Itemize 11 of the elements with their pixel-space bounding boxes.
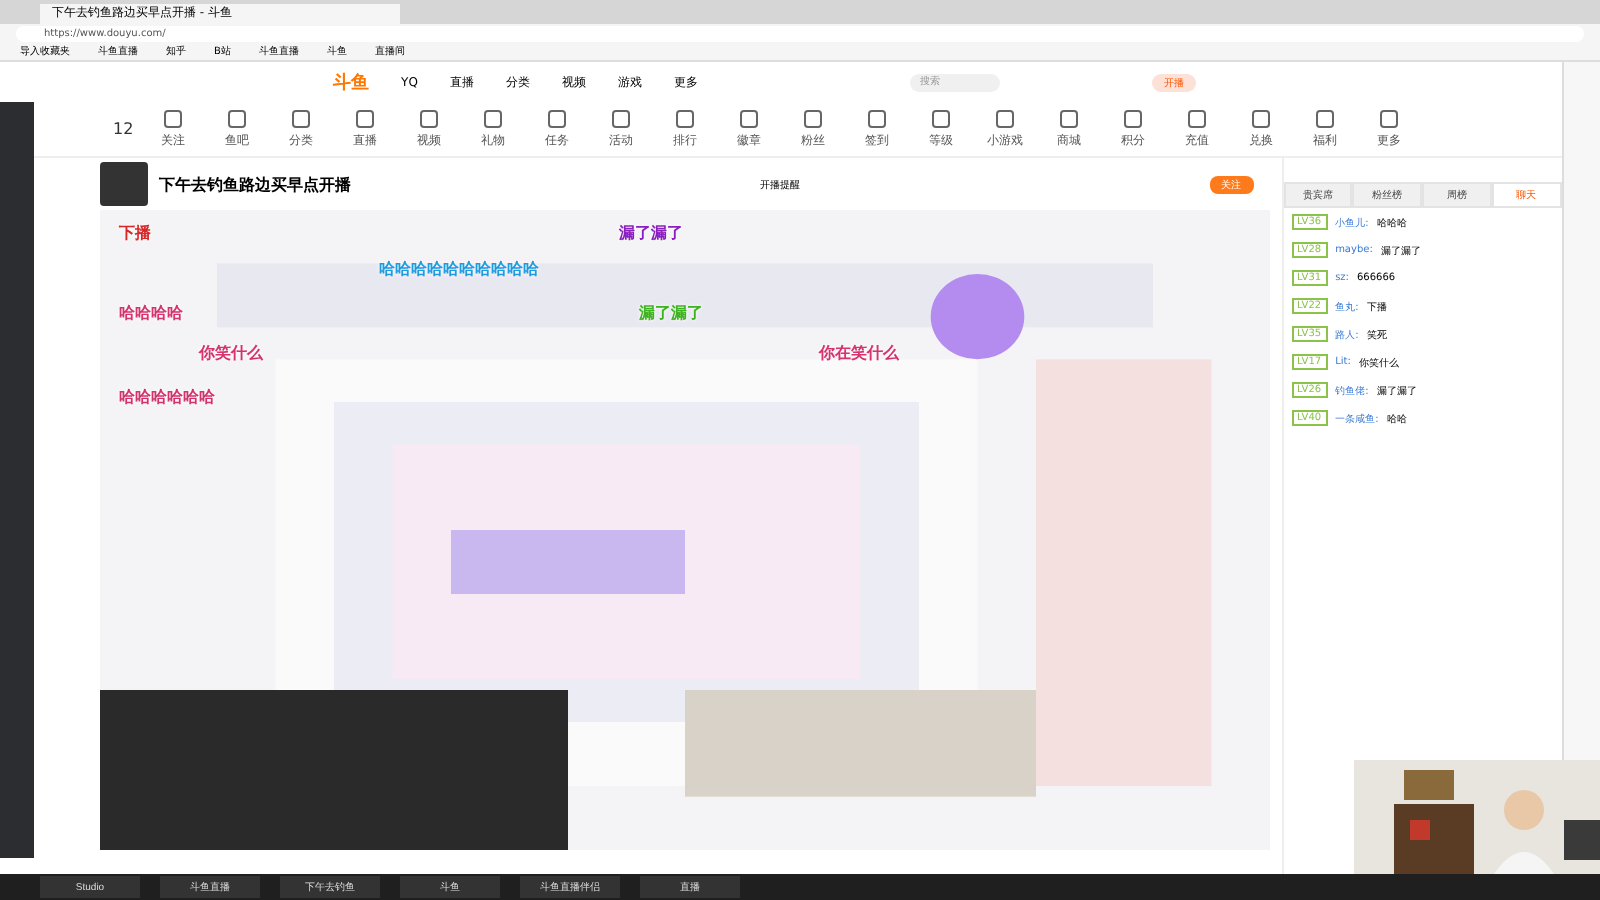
- streamer-avatar: [99, 162, 148, 206]
- danmaku-comment: 哈哈哈哈哈哈: [119, 386, 216, 408]
- danmaku-comment: 哈哈哈哈: [119, 302, 184, 324]
- danmaku-comment: 下播: [119, 222, 152, 244]
- danmaku-comment: 漏了漏了: [619, 222, 684, 244]
- room-title: 下午去钓鱼路边买早点开播: [159, 173, 352, 195]
- follow-count: 12: [113, 120, 134, 138]
- danmaku-comment: 你笑什么: [199, 342, 264, 364]
- danmaku-comment: 你在笑什么: [819, 342, 900, 364]
- danmaku-comment: 哈哈哈哈哈哈哈哈哈哈: [379, 258, 540, 280]
- danmaku-comment: 漏了漏了: [639, 302, 704, 324]
